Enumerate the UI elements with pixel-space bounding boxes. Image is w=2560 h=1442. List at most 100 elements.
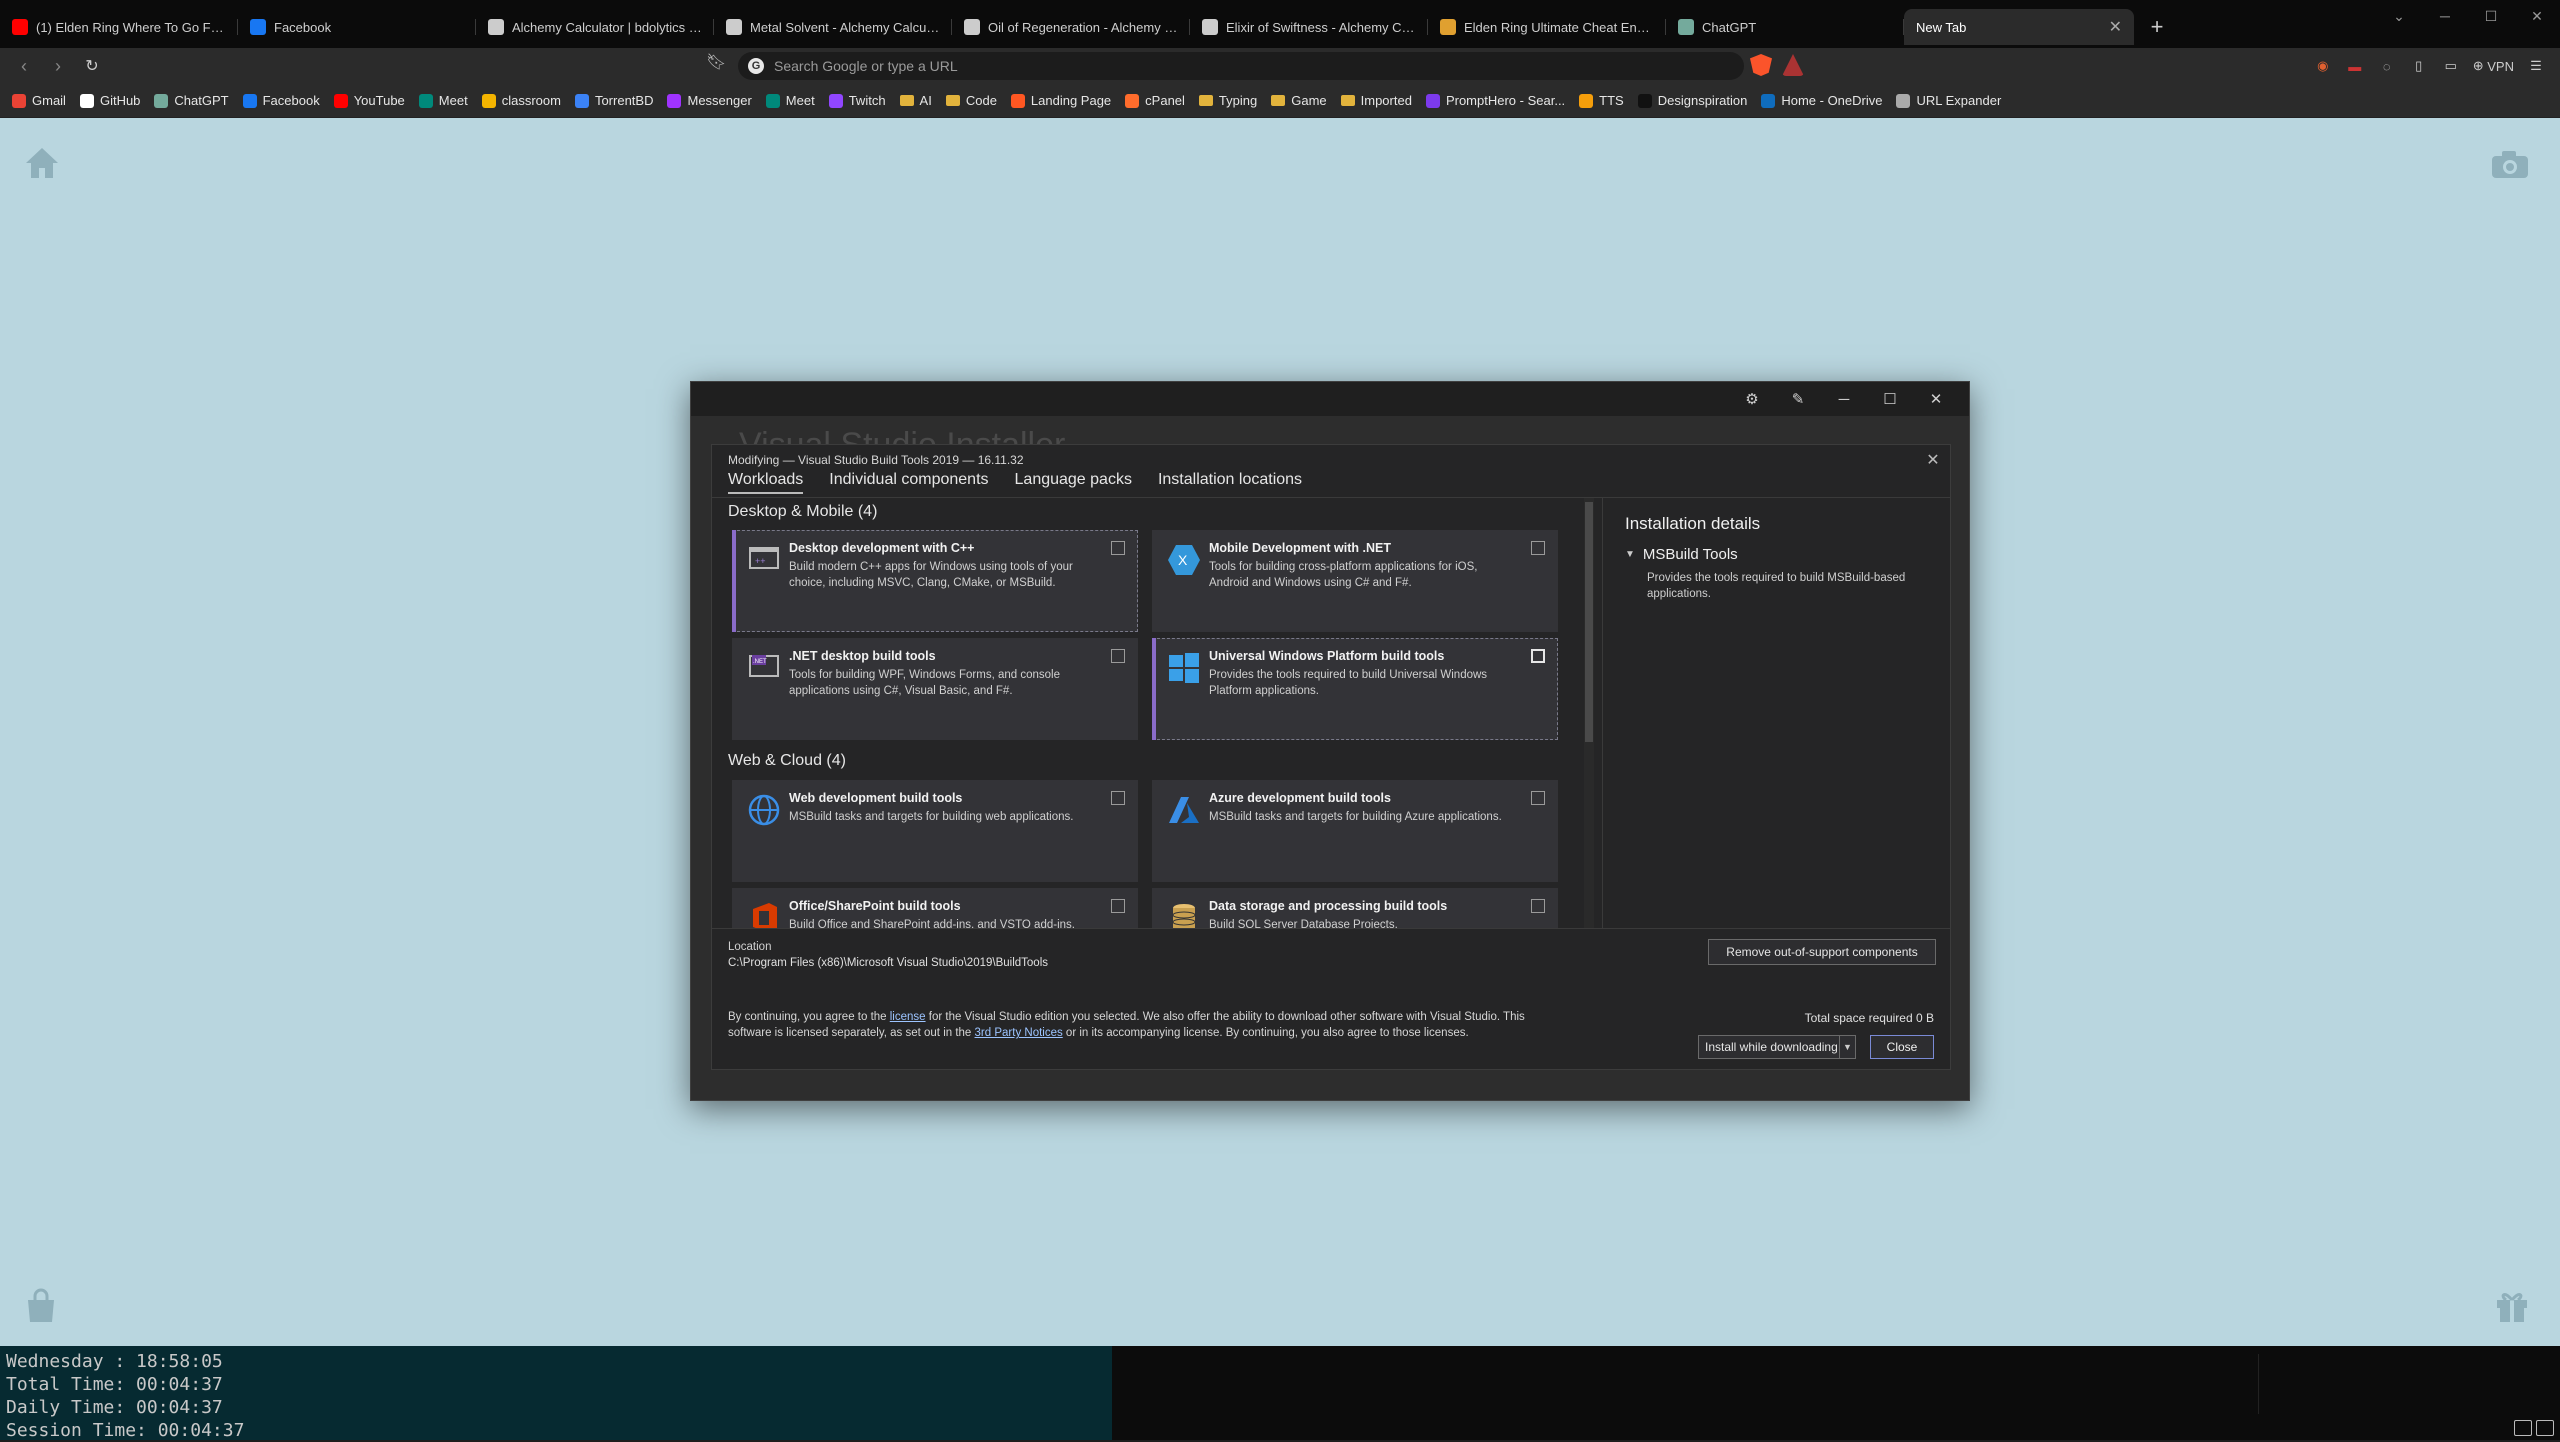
bookmark-item[interactable]: Imported xyxy=(1340,93,1412,108)
tab-installation-locations[interactable]: Installation locations xyxy=(1158,471,1302,494)
bookmark-item[interactable]: AI xyxy=(899,93,932,108)
workload-checkbox[interactable] xyxy=(1531,649,1545,663)
extension-icon[interactable]: ▬ xyxy=(2345,59,2365,74)
browser-tab[interactable]: (1) Elden Ring Where To Go First | Be xyxy=(0,9,238,45)
home-icon[interactable] xyxy=(24,146,60,180)
details-group[interactable]: ▼ MSBuild Tools xyxy=(1625,546,1738,563)
close-window-button[interactable]: ✕ xyxy=(1913,382,1959,416)
chevron-down-icon[interactable]: ⌄ xyxy=(2376,0,2422,32)
browser-tab[interactable]: Facebook xyxy=(238,9,476,45)
bookmark-icon[interactable]: 🔖︎ xyxy=(706,52,726,72)
browser-tab[interactable]: ChatGPT xyxy=(1666,9,1904,45)
close-window-button[interactable]: ✕ xyxy=(2514,0,2560,32)
classroom-icon xyxy=(481,93,496,108)
settings-icon[interactable]: ⚙ xyxy=(1729,382,1775,416)
address-bar[interactable]: G Search Google or type a URL xyxy=(738,52,1744,80)
brave-shield-icon[interactable] xyxy=(1750,54,1772,76)
chat-icon[interactable]: ◌ xyxy=(2377,59,2397,74)
bookmark-item[interactable]: PromptHero - Sear... xyxy=(1425,93,1565,108)
shopping-bag-icon[interactable] xyxy=(24,1288,58,1324)
browser-tab[interactable]: Elixir of Swiftness - Alchemy Calculat xyxy=(1190,9,1428,45)
close-icon[interactable]: ✕ xyxy=(2109,17,2122,37)
workload-checkbox[interactable] xyxy=(1111,649,1125,663)
license-link[interactable]: license xyxy=(890,1011,926,1023)
bookmark-item[interactable]: Twitch xyxy=(828,93,886,108)
bookmark-item[interactable]: YouTube xyxy=(333,93,405,108)
workload-checkbox[interactable] xyxy=(1111,899,1125,913)
new-tab-button[interactable]: + xyxy=(2142,12,2172,42)
vpn-label: VPN xyxy=(2487,58,2514,74)
workload-checkbox[interactable] xyxy=(1111,541,1125,555)
workload-checkbox[interactable] xyxy=(1531,899,1545,913)
bookmark-item[interactable]: Meet xyxy=(765,93,815,108)
workload-card[interactable]: Web development build tools MSBuild task… xyxy=(732,780,1138,882)
forward-button[interactable]: › xyxy=(44,52,72,80)
browser-tab[interactable]: Alchemy Calculator | bdolytics - The xyxy=(476,9,714,45)
bookmark-item[interactable]: Messenger xyxy=(667,93,752,108)
bookmark-item[interactable]: cPanel xyxy=(1125,93,1185,108)
workload-card[interactable]: X Mobile Development with .NET Tools for… xyxy=(1152,530,1558,632)
bookmark-label: TorrentBD xyxy=(594,93,654,108)
tab-language-packs[interactable]: Language packs xyxy=(1015,471,1132,494)
scrollbar-thumb[interactable] xyxy=(1585,502,1593,742)
brave-rewards-icon[interactable] xyxy=(1782,54,1804,76)
menu-icon[interactable]: ☰ xyxy=(2526,58,2546,74)
install-mode-dropdown[interactable]: Install while downloading ▼ xyxy=(1698,1035,1856,1059)
chevron-down-icon[interactable]: ▼ xyxy=(1839,1036,1855,1058)
feedback-icon[interactable]: ✎ xyxy=(1775,382,1821,416)
bookmark-item[interactable]: TorrentBD xyxy=(574,93,654,108)
close-button[interactable]: Close xyxy=(1870,1035,1934,1059)
minimize-button[interactable]: ─ xyxy=(2422,0,2468,32)
maximize-button[interactable]: ☐ xyxy=(1867,382,1913,416)
workload-card[interactable]: Office/SharePoint build tools Build Offi… xyxy=(732,888,1138,928)
tab-new-tab[interactable]: New Tab ✕ xyxy=(1904,9,2134,45)
bookmark-item[interactable]: Code xyxy=(945,93,997,108)
tab-workloads[interactable]: Workloads xyxy=(728,471,804,494)
tab-individual-components[interactable]: Individual components xyxy=(829,471,988,494)
third-party-notices-link[interactable]: 3rd Party Notices xyxy=(975,1027,1063,1039)
gift-icon[interactable] xyxy=(2494,1288,2530,1324)
workload-card[interactable]: Azure development build tools MSBuild ta… xyxy=(1152,780,1558,882)
window-icon[interactable] xyxy=(2536,1420,2554,1436)
tab-title: New Tab xyxy=(1916,19,1967,35)
camera-icon[interactable] xyxy=(2490,148,2530,180)
window-icon[interactable] xyxy=(2514,1420,2532,1436)
svg-text:.NET: .NET xyxy=(753,659,767,665)
browser-tab[interactable]: Metal Solvent - Alchemy Calculator | xyxy=(714,9,952,45)
wallet-icon[interactable]: ▭ xyxy=(2441,58,2461,74)
browser-tab[interactable]: Elden Ring Ultimate Cheat Engine Ta xyxy=(1428,9,1666,45)
workload-checkbox[interactable] xyxy=(1531,791,1545,805)
bookmark-item[interactable]: URL Expander xyxy=(1896,93,2001,108)
bookmark-item[interactable]: Typing xyxy=(1198,93,1257,108)
workload-checkbox[interactable] xyxy=(1531,541,1545,555)
browser-tab[interactable]: Oil of Regeneration - Alchemy Calcu xyxy=(952,9,1190,45)
sidebar-icon[interactable]: ▯ xyxy=(2409,58,2429,74)
bookmark-item[interactable]: Designspiration xyxy=(1637,93,1747,108)
remove-out-of-support-button[interactable]: Remove out-of-support components xyxy=(1708,939,1936,965)
back-button[interactable]: ‹ xyxy=(10,52,38,80)
expand-arrow-icon[interactable]: ▼ xyxy=(1625,549,1635,560)
vpn-button[interactable]: ⊕ VPN xyxy=(2473,58,2514,74)
workload-card[interactable]: Universal Windows Platform build tools P… xyxy=(1152,638,1558,740)
bookmark-item[interactable]: Game xyxy=(1271,93,1327,108)
workload-card[interactable]: ++ Desktop development with C++ Build mo… xyxy=(732,530,1138,632)
workload-card[interactable]: Data storage and processing build tools … xyxy=(1152,888,1558,928)
reload-button[interactable]: ↻ xyxy=(78,52,106,80)
bookmark-item[interactable]: classroom xyxy=(481,93,561,108)
bookmark-item[interactable]: TTS xyxy=(1579,93,1624,108)
minimize-button[interactable]: ─ xyxy=(1821,382,1867,416)
bookmark-item[interactable]: Home - OneDrive xyxy=(1761,93,1882,108)
bookmark-item[interactable]: Meet xyxy=(418,93,468,108)
workloads-scrollbar[interactable] xyxy=(1584,498,1594,928)
extension-icon[interactable]: ◉ xyxy=(2313,58,2333,74)
maximize-button[interactable]: ☐ xyxy=(2468,0,2514,32)
bookmark-item[interactable]: GitHub xyxy=(79,93,140,108)
close-icon[interactable]: ✕ xyxy=(1922,449,1944,471)
workload-card[interactable]: .NET .NET desktop build tools Tools for … xyxy=(732,638,1138,740)
bookmark-item[interactable]: Facebook xyxy=(242,93,320,108)
workload-checkbox[interactable] xyxy=(1111,791,1125,805)
bookmark-item[interactable]: Landing Page xyxy=(1010,93,1111,108)
tabs-container: (1) Elden Ring Where To Go First | Be Fac… xyxy=(0,3,1904,45)
bookmark-item[interactable]: Gmail xyxy=(12,93,66,108)
bookmark-item[interactable]: ChatGPT xyxy=(154,93,229,108)
